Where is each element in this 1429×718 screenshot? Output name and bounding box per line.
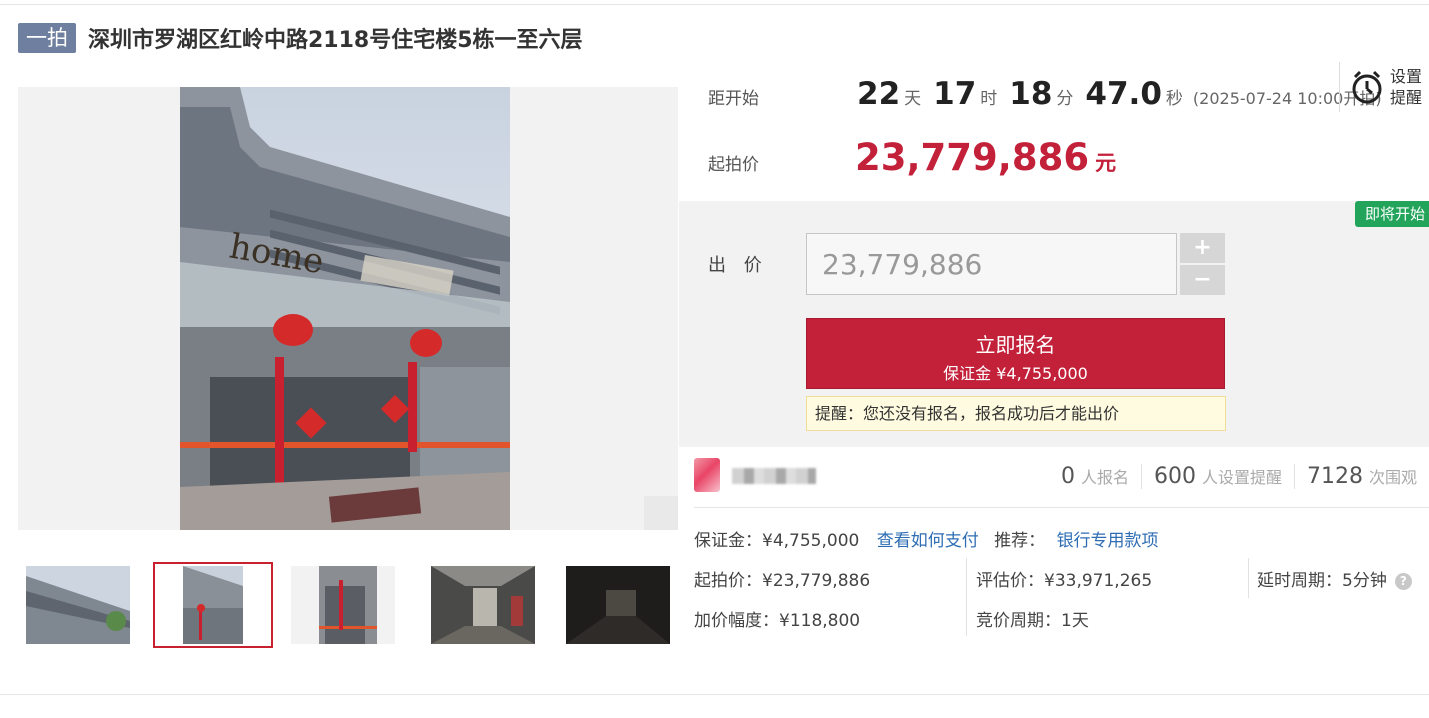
stat-reminders: 600 人设置提醒 bbox=[1140, 464, 1294, 489]
stat-label: 人设置提醒 bbox=[1201, 468, 1282, 487]
bank-payment-link[interactable]: 银行专用款项 bbox=[1057, 531, 1159, 551]
auction-stats: 0 人报名 600 人设置提醒 7128 次围观 bbox=[1049, 464, 1429, 489]
detail-bid-increment: 加价幅度：¥118,800 bbox=[694, 611, 861, 631]
how-to-pay-link[interactable]: 查看如何支付 bbox=[877, 531, 979, 551]
start-price-value: 23,779,886 bbox=[855, 136, 1090, 179]
bid-amount-input[interactable] bbox=[806, 233, 1177, 295]
countdown-label: 距开始 bbox=[708, 89, 759, 109]
increase-bid-button[interactable]: + bbox=[1180, 233, 1225, 263]
countdown-days: 22 bbox=[857, 76, 901, 112]
reminder-label: 设置 提醒 bbox=[1390, 66, 1422, 108]
bottom-divider bbox=[0, 694, 1429, 695]
stat-views: 7128 次围观 bbox=[1293, 464, 1429, 489]
detail-delay-period: 延时周期：5分钟? bbox=[1257, 566, 1412, 591]
delay-period-text: 延时周期：5分钟 bbox=[1257, 571, 1387, 591]
auction-round-badge: 一拍 bbox=[18, 23, 76, 53]
decrease-bid-button[interactable]: − bbox=[1180, 265, 1225, 295]
detail-start-price: 起拍价：¥23,779,886 bbox=[694, 571, 871, 591]
thumbnail-strip bbox=[18, 562, 678, 648]
start-price-row: 起拍价 23,779,886 元 bbox=[708, 136, 1116, 180]
countdown-hours-unit: 时 bbox=[980, 89, 998, 109]
blurred-username bbox=[732, 468, 816, 484]
thumbnail-3[interactable] bbox=[291, 566, 395, 644]
thumbnail-4[interactable] bbox=[431, 566, 535, 644]
deposit-text: 保证金：¥4,755,000 bbox=[694, 531, 860, 551]
listing-title: 深圳市罗湖区红岭中路2118号住宅楼5栋一至六层 bbox=[88, 28, 583, 53]
registration-notice: 提醒：您还没有报名，报名成功后才能出价 bbox=[806, 396, 1226, 431]
start-price-unit: 元 bbox=[1095, 151, 1117, 175]
avatar bbox=[694, 458, 720, 492]
thumbnail-image bbox=[291, 566, 395, 644]
bid-label: 出 价 bbox=[708, 255, 768, 276]
stat-number: 7128 bbox=[1306, 464, 1363, 489]
thumbnail-1[interactable] bbox=[26, 566, 130, 644]
deposit-label: 保证金 ¥4,755,000 bbox=[943, 364, 1088, 383]
thumbnail-image bbox=[26, 566, 130, 644]
zoom-button[interactable] bbox=[644, 496, 678, 530]
listing-header: 一拍 深圳市罗湖区红岭中路2118号住宅楼5栋一至六层 bbox=[18, 22, 583, 54]
stat-label: 人报名 bbox=[1080, 468, 1129, 487]
alarm-clock-icon bbox=[1352, 70, 1382, 104]
countdown-days-unit: 天 bbox=[904, 89, 922, 109]
main-photo[interactable]: home bbox=[18, 87, 678, 530]
bid-panel: 即将开始 出 价 + − 立即报名 保证金 ¥4,755,000 提醒：您还没有… bbox=[679, 201, 1429, 447]
detail-appraisal-price: 评估价：¥33,971,265 bbox=[976, 571, 1153, 591]
countdown-minutes-unit: 分 bbox=[1056, 89, 1074, 109]
register-button-label: 立即报名 bbox=[975, 333, 1056, 357]
status-badge: 即将开始 bbox=[1355, 201, 1429, 227]
thumbnail-image bbox=[431, 566, 535, 644]
stats-row: 0 人报名 600 人设置提醒 7128 次围观 bbox=[694, 458, 1429, 500]
recommend-label: 推荐： bbox=[994, 531, 1046, 551]
thumbnail-2[interactable] bbox=[153, 562, 273, 648]
deposit-line: 保证金：¥4,755,000 查看如何支付 推荐： 银行专用款项 bbox=[694, 526, 1159, 551]
countdown-row: 距开始 22 天 17 时 18 分 47.0 秒 (2025-07-24 10… bbox=[708, 76, 1382, 120]
reminder-line-1: 设置 bbox=[1390, 67, 1423, 86]
stat-number: 0 bbox=[1060, 464, 1075, 489]
countdown-seconds-unit: 秒 bbox=[1165, 89, 1183, 109]
set-reminder-button[interactable]: 设置 提醒 bbox=[1339, 62, 1429, 112]
stat-number: 600 bbox=[1153, 464, 1196, 489]
top-divider bbox=[0, 4, 1429, 5]
register-now-button[interactable]: 立即报名 保证金 ¥4,755,000 bbox=[806, 318, 1225, 389]
countdown-seconds: 47.0 bbox=[1085, 76, 1162, 112]
thumbnail-5[interactable] bbox=[566, 566, 670, 644]
thumbnail-image bbox=[566, 566, 670, 644]
building-photo: home bbox=[180, 87, 510, 530]
detail-bid-cycle: 竞价周期：1天 bbox=[976, 611, 1089, 631]
start-price-label: 起拍价 bbox=[708, 155, 759, 175]
column-divider bbox=[1248, 558, 1249, 598]
help-icon[interactable]: ? bbox=[1394, 573, 1412, 590]
stat-registrations: 0 人报名 bbox=[1049, 464, 1141, 489]
details-divider bbox=[694, 507, 1429, 508]
countdown-hours: 17 bbox=[933, 76, 977, 112]
thumbnail-image bbox=[183, 566, 243, 644]
stat-label: 次围观 bbox=[1368, 468, 1417, 487]
reminder-line-2: 提醒 bbox=[1390, 88, 1423, 107]
column-divider bbox=[966, 558, 967, 636]
countdown-minutes: 18 bbox=[1009, 76, 1053, 112]
